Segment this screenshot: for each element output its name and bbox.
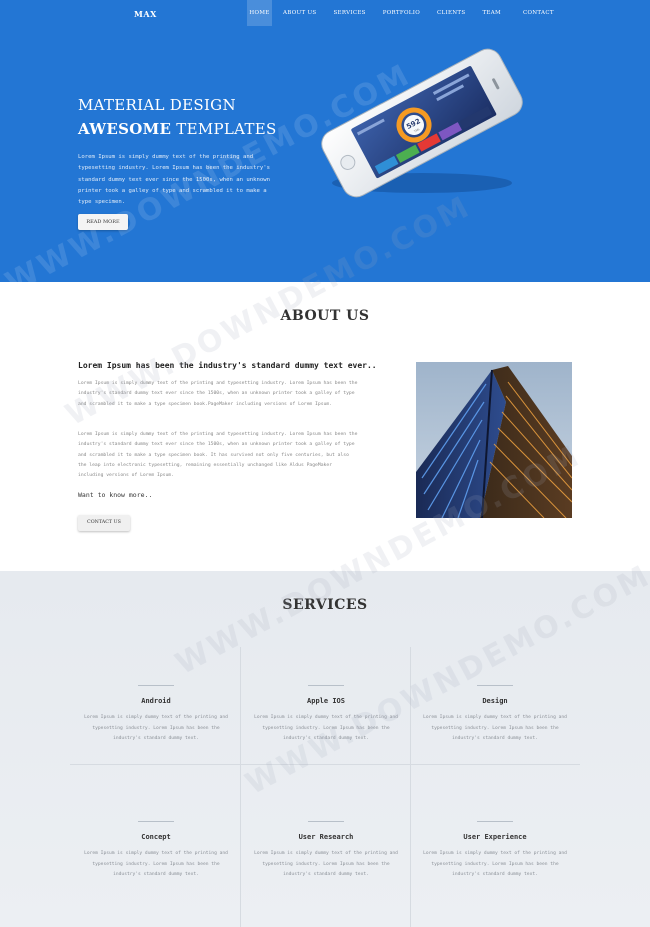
about-paragraph-1: Lorem Ipsum is simply dummy text of the …: [78, 381, 358, 407]
service-dash: [308, 685, 344, 686]
about-section: ABOUT US Lorem Ipsum has been the indust…: [0, 189, 650, 571]
about-title: ABOUT US: [280, 308, 370, 324]
service-card-design[interactable]: Design Lorem Ipsum is simply dummy text …: [410, 685, 580, 745]
contact-us-button[interactable]: CONTACT US: [78, 515, 130, 531]
hero-description: Lorem Ipsum is simply dummy text of the …: [78, 154, 270, 206]
service-desc: Lorem Ipsum is simply dummy text of the …: [254, 851, 398, 877]
read-more-button[interactable]: READ MORE: [78, 214, 128, 230]
service-name: Design: [482, 697, 508, 705]
site-logo[interactable]: MAX: [134, 9, 157, 19]
building-image: [416, 362, 572, 518]
nav-clients[interactable]: CLIENTS: [437, 0, 465, 26]
service-name: Concept: [141, 833, 171, 841]
service-card-user-research[interactable]: User Research Lorem Ipsum is simply dumm…: [241, 821, 411, 881]
service-card-user-experience[interactable]: User Experience Lorem Ipsum is simply du…: [410, 821, 580, 881]
service-card-ios[interactable]: Apple IOS Lorem Ipsum is simply dummy te…: [241, 685, 411, 745]
nav-services[interactable]: SERVICES: [333, 0, 365, 26]
phone-image: 592 TML: [321, 48, 523, 198]
service-desc: Lorem Ipsum is simply dummy text of the …: [254, 715, 398, 741]
service-name: User Research: [298, 833, 354, 841]
nav-portfolio[interactable]: PORTFOLIO: [383, 0, 420, 26]
service-card-concept[interactable]: Concept Lorem Ipsum is simply dummy text…: [71, 821, 241, 881]
service-dash: [477, 685, 513, 686]
hero-title-line2: AWESOME TEMPLATES: [78, 120, 277, 138]
hero-section: MAX HOME ABOUT US SERVICES PORTFOLIO CLI…: [0, 0, 650, 282]
hero-title-bold: AWESOME: [78, 120, 172, 138]
service-desc: Lorem Ipsum is simply dummy text of the …: [84, 851, 228, 877]
divider: [70, 764, 580, 765]
service-card-android[interactable]: Android Lorem Ipsum is simply dummy text…: [71, 685, 241, 745]
main-nav: HOME ABOUT US SERVICES PORTFOLIO CLIENTS…: [247, 0, 554, 26]
service-desc: Lorem Ipsum is simply dummy text of the …: [423, 715, 567, 741]
service-name: Apple IOS: [307, 697, 345, 705]
service-dash: [477, 821, 513, 822]
hero-title-line1: MATERIAL DESIGN: [78, 96, 236, 114]
service-name: Android: [141, 697, 171, 705]
about-want-more: Want to know more..: [78, 491, 153, 499]
services-title: SERVICES: [282, 597, 368, 613]
service-desc: Lorem Ipsum is simply dummy text of the …: [423, 851, 567, 877]
service-desc: Lorem Ipsum is simply dummy text of the …: [84, 715, 228, 741]
service-name: User Experience: [463, 833, 527, 841]
service-dash: [138, 685, 174, 686]
about-paragraph-2: Lorem Ipsum is simply dummy text of the …: [78, 432, 358, 479]
nav-about[interactable]: ABOUT US: [283, 0, 316, 26]
nav-contact[interactable]: CONTACT: [523, 0, 554, 26]
service-dash: [308, 821, 344, 822]
watermark-text: WWW.DOWNDEMO.COM: [240, 557, 650, 802]
nav-home[interactable]: HOME: [247, 0, 272, 26]
about-heading: Lorem Ipsum has been the industry's stan…: [78, 361, 377, 370]
service-dash: [138, 821, 174, 822]
hero-title-rest: TEMPLATES: [171, 120, 277, 138]
nav-team[interactable]: TEAM: [482, 0, 501, 26]
services-section: SERVICES Android Lorem Ipsum is simply d…: [0, 438, 650, 927]
